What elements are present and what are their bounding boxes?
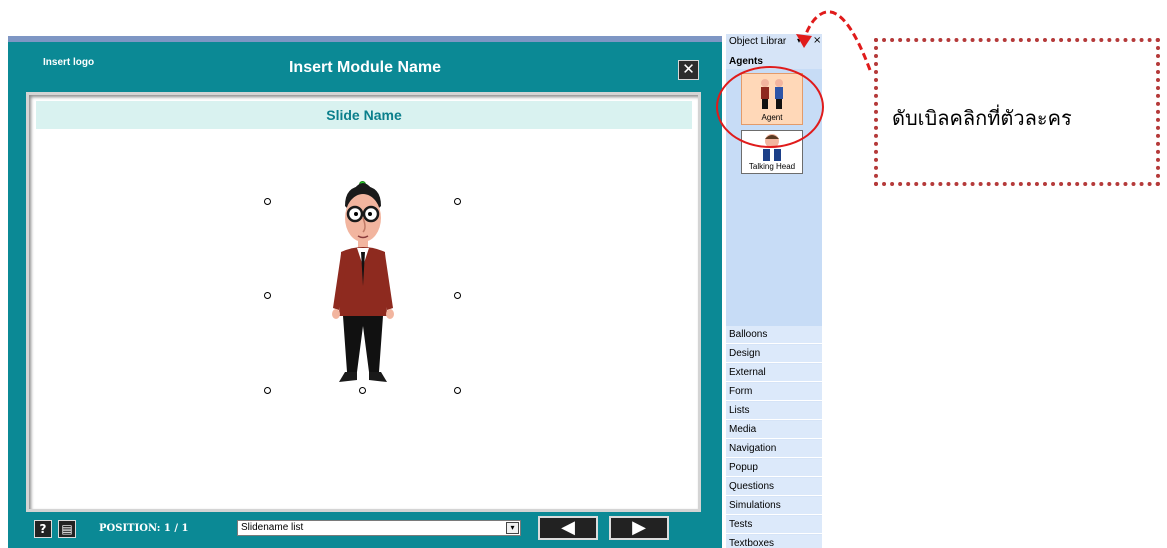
library-item-label: Talking Head: [748, 162, 796, 171]
category-simulations[interactable]: Simulations: [726, 497, 822, 515]
previous-button[interactable]: ◀: [538, 516, 598, 540]
position-indicator: POSITION: 1 / 1: [99, 523, 189, 534]
close-button[interactable]: ✕: [678, 60, 699, 80]
slide-canvas[interactable]: Slide Name: [26, 92, 701, 512]
notes-button[interactable]: ▤: [58, 520, 76, 538]
help-icon: ?: [39, 522, 47, 536]
category-lists[interactable]: Lists: [726, 402, 822, 420]
slide-list-select[interactable]: Slidename list ▾: [237, 520, 521, 536]
category-media[interactable]: Media: [726, 421, 822, 439]
category-questions[interactable]: Questions: [726, 478, 822, 496]
prev-arrow-icon: ◀: [561, 517, 575, 538]
category-balloons[interactable]: Balloons: [726, 326, 822, 344]
resize-handle-bottom-right[interactable]: [454, 387, 461, 394]
chevron-down-icon[interactable]: ▾: [506, 522, 519, 534]
close-icon: ✕: [682, 60, 695, 78]
category-textboxes[interactable]: Textboxes: [726, 535, 822, 548]
slide-list-value: Slidename list: [241, 522, 304, 533]
category-navigation[interactable]: Navigation: [726, 440, 822, 458]
course-player: Insert logo Insert Module Name ✕ Slide N…: [8, 42, 722, 548]
curved-arrow-icon: [796, 10, 872, 71]
category-popup[interactable]: Popup: [726, 459, 822, 477]
help-button[interactable]: ?: [34, 520, 52, 538]
resize-handle-top-left[interactable]: [264, 198, 271, 205]
category-form[interactable]: Form: [726, 383, 822, 401]
section-title-agents: Agents: [729, 56, 763, 67]
callout-text: ดับเบิลคลิกที่ตัวละคร: [892, 106, 1072, 130]
highlight-circle: [716, 66, 824, 148]
notes-icon: ▤: [61, 522, 73, 536]
resize-handle-top-right[interactable]: [454, 198, 461, 205]
category-design[interactable]: Design: [726, 345, 822, 363]
instruction-callout: ดับเบิลคลิกที่ตัวละคร: [874, 38, 1160, 186]
agent-character[interactable]: [325, 176, 399, 392]
resize-handle-left[interactable]: [264, 292, 271, 299]
next-arrow-icon: ▶: [632, 517, 646, 538]
slide-title[interactable]: Slide Name: [36, 101, 692, 129]
category-tests[interactable]: Tests: [726, 516, 822, 534]
next-button[interactable]: ▶: [609, 516, 669, 540]
resize-handle-bottom-left[interactable]: [264, 387, 271, 394]
module-title: Insert Module Name: [288, 59, 442, 76]
category-external[interactable]: External: [726, 364, 822, 382]
panel-title: Object Librar: [729, 36, 787, 47]
resize-handle-right[interactable]: [454, 292, 461, 299]
